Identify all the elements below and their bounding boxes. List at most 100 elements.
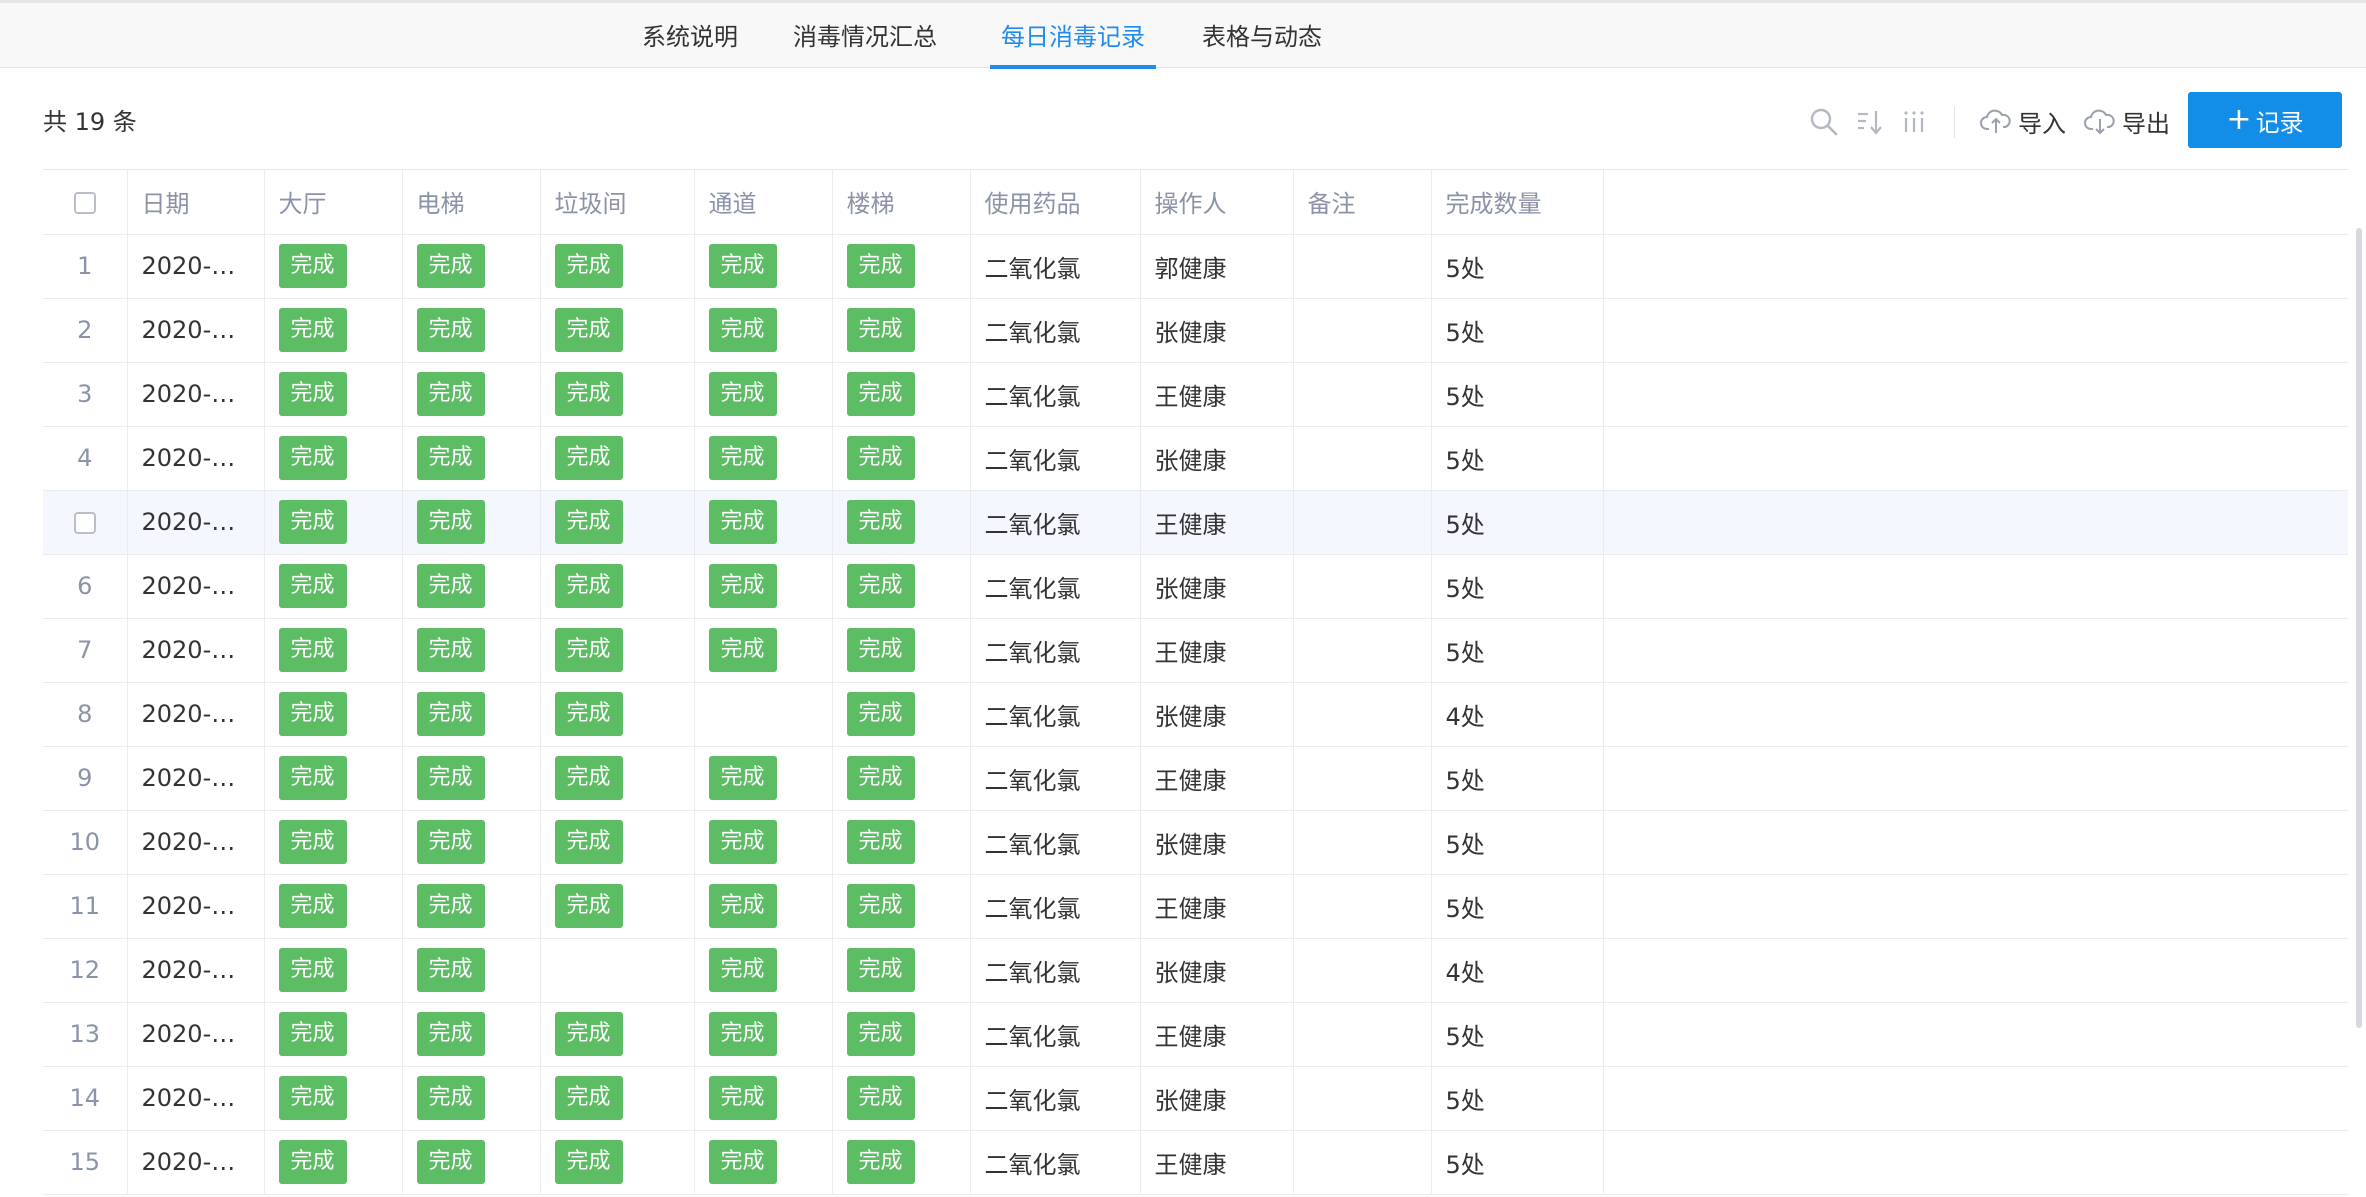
cell-count: 5处	[1431, 618, 1604, 683]
table-row[interactable]: 112020-01-21... 完成 完成 完成 完成 完成 二氧化氯王健康 5处	[43, 874, 2348, 939]
cell-stairs: 完成	[832, 554, 971, 619]
cell-operator: 张健康	[1140, 298, 1294, 363]
table-row[interactable]: 102020-01-22... 完成 完成 完成 完成 完成 二氧化氯张健康 5处	[43, 810, 2348, 875]
done-tag: 完成	[278, 372, 347, 416]
cell-garbage-room: 完成	[540, 554, 695, 619]
cell-count: 4处	[1431, 682, 1604, 747]
done-tag: 完成	[708, 756, 777, 800]
cell-agent: 二氧化氯	[970, 234, 1141, 299]
cell-agent: 二氧化氯	[970, 938, 1141, 1003]
table-row[interactable]: 122020-01-20... 完成 完成 完成 完成 二氧化氯张健康 4处	[43, 938, 2348, 1003]
done-tag: 完成	[554, 1076, 623, 1120]
cell-operator: 王健康	[1140, 1130, 1294, 1195]
cell-passage: 完成	[694, 1130, 833, 1195]
done-tag: 完成	[554, 1140, 623, 1184]
table-row[interactable]: 72020-01-25... 完成 完成 完成 完成 完成 二氧化氯王健康 5处	[43, 618, 2348, 683]
cell-operator: 张健康	[1140, 810, 1294, 875]
done-tag: 完成	[416, 564, 485, 608]
export-button[interactable]: 导出	[2084, 100, 2170, 142]
tab-system-description[interactable]: 系统说明	[628, 3, 752, 68]
table-row[interactable]: 32020-01-29... 完成 完成 完成 完成 完成 二氧化氯王健康 5处	[43, 362, 2348, 427]
column-header-elevator[interactable]: 电梯	[402, 170, 541, 235]
cell-count: 5处	[1431, 746, 1604, 811]
export-label: 导出	[2122, 109, 2170, 138]
cell-garbage-room: 完成	[540, 362, 695, 427]
cell-filler	[1603, 938, 2348, 1003]
sort-icon[interactable]	[1854, 106, 1886, 138]
table-row[interactable]: 22020-01-30... 完成 完成 完成 完成 完成 二氧化氯张健康 5处	[43, 298, 2348, 363]
done-tag: 完成	[708, 884, 777, 928]
cell-garbage-room: 完成	[540, 1002, 695, 1067]
cell-date: 2020-01-19...	[127, 1002, 265, 1067]
table-row[interactable]: 12020-12-31... 完成 完成 完成 完成 完成 二氧化氯郭健康 5处	[43, 234, 2348, 299]
cell-elevator: 完成	[402, 234, 541, 299]
select-all-checkbox[interactable]	[73, 191, 96, 214]
cell-stairs: 完成	[832, 490, 971, 555]
done-tag: 完成	[846, 436, 915, 480]
cell-note	[1293, 810, 1432, 875]
column-header-note[interactable]: 备注	[1293, 170, 1432, 235]
table-row[interactable]: 152020-01-17... 完成 完成 完成 完成 完成 二氧化氯王健康 5处	[43, 1130, 2348, 1195]
toolbar-divider	[1954, 106, 1955, 138]
tab-daily-disinfection-record[interactable]: 每日消毒记录	[990, 3, 1156, 68]
columns-icon[interactable]	[1898, 106, 1930, 138]
cell-agent: 二氧化氯	[970, 426, 1141, 491]
column-header-hall[interactable]: 大厅	[264, 170, 403, 235]
cell-agent: 二氧化氯	[970, 874, 1141, 939]
import-button[interactable]: 导入	[1980, 100, 2066, 142]
row-number: 3	[43, 362, 128, 427]
cell-note	[1293, 362, 1432, 427]
cell-date: 2020-12-31...	[127, 234, 265, 299]
column-header-operator[interactable]: 操作人	[1140, 170, 1294, 235]
cell-passage: 完成	[694, 554, 833, 619]
cell-date: 2020-01-25...	[127, 618, 265, 683]
cell-agent: 二氧化氯	[970, 810, 1141, 875]
done-tag: 完成	[846, 372, 915, 416]
column-header-passage[interactable]: 通道	[694, 170, 833, 235]
cell-hall: 完成	[264, 234, 403, 299]
cell-count: 5处	[1431, 874, 1604, 939]
cell-garbage-room: 完成	[540, 234, 695, 299]
row-select-cell[interactable]	[43, 490, 128, 555]
table-row[interactable]: 82020-01-24... 完成 完成 完成 完成 二氧化氯张健康 4处	[43, 682, 2348, 747]
add-record-button[interactable]: + 记录	[2188, 92, 2342, 148]
cell-date: 2020-01-24...	[127, 682, 265, 747]
column-header-agent[interactable]: 使用药品	[970, 170, 1141, 235]
cell-filler	[1603, 490, 2348, 555]
column-header-date[interactable]: 日期	[127, 170, 265, 235]
cell-filler	[1603, 874, 2348, 939]
row-checkbox[interactable]	[73, 512, 96, 534]
table-row[interactable]: 42020-01-28... 完成 完成 完成 完成 完成 二氧化氯张健康 5处	[43, 426, 2348, 491]
cell-operator: 张健康	[1140, 938, 1294, 1003]
cell-elevator: 完成	[402, 1002, 541, 1067]
done-tag: 完成	[278, 244, 347, 288]
cell-note	[1293, 682, 1432, 747]
cell-elevator: 完成	[402, 874, 541, 939]
table-row[interactable]: 2020-01-27... 完成 完成 完成 完成 完成 二氧化氯王健康 5处	[43, 490, 2348, 555]
column-header-stairs[interactable]: 楼梯	[832, 170, 971, 235]
tab-table-and-activity[interactable]: 表格与动态	[1196, 3, 1328, 68]
cell-stairs: 完成	[832, 1066, 971, 1131]
cell-stairs: 完成	[832, 874, 971, 939]
cell-passage: 完成	[694, 874, 833, 939]
cell-stairs: 完成	[832, 426, 971, 491]
table-row[interactable]: 142020-01-18... 完成 完成 完成 完成 完成 二氧化氯张健康 5处	[43, 1066, 2348, 1131]
search-icon[interactable]	[1808, 106, 1840, 138]
cell-operator: 王健康	[1140, 362, 1294, 427]
cell-date: 2020-01-18...	[127, 1066, 265, 1131]
table-row[interactable]: 62020-01-26... 完成 完成 完成 完成 完成 二氧化氯张健康 5处	[43, 554, 2348, 619]
done-tag: 完成	[846, 692, 915, 736]
done-tag: 完成	[416, 820, 485, 864]
table-row[interactable]: 132020-01-19... 完成 完成 完成 完成 完成 二氧化氯王健康 5处	[43, 1002, 2348, 1067]
table-row[interactable]: 92020-01-23... 完成 完成 完成 完成 完成 二氧化氯王健康 5处	[43, 746, 2348, 811]
tab-disinfection-summary[interactable]: 消毒情况汇总	[790, 3, 940, 68]
done-tag: 完成	[554, 756, 623, 800]
done-tag: 完成	[416, 1012, 485, 1056]
column-header-garbage-room[interactable]: 垃圾间	[540, 170, 695, 235]
cell-stairs: 完成	[832, 362, 971, 427]
column-header-count[interactable]: 完成数量	[1431, 170, 1604, 235]
select-all-cell[interactable]	[43, 170, 128, 235]
vertical-scrollbar[interactable]	[2356, 228, 2362, 1028]
row-number: 12	[43, 938, 128, 1003]
cell-operator: 张健康	[1140, 682, 1294, 747]
